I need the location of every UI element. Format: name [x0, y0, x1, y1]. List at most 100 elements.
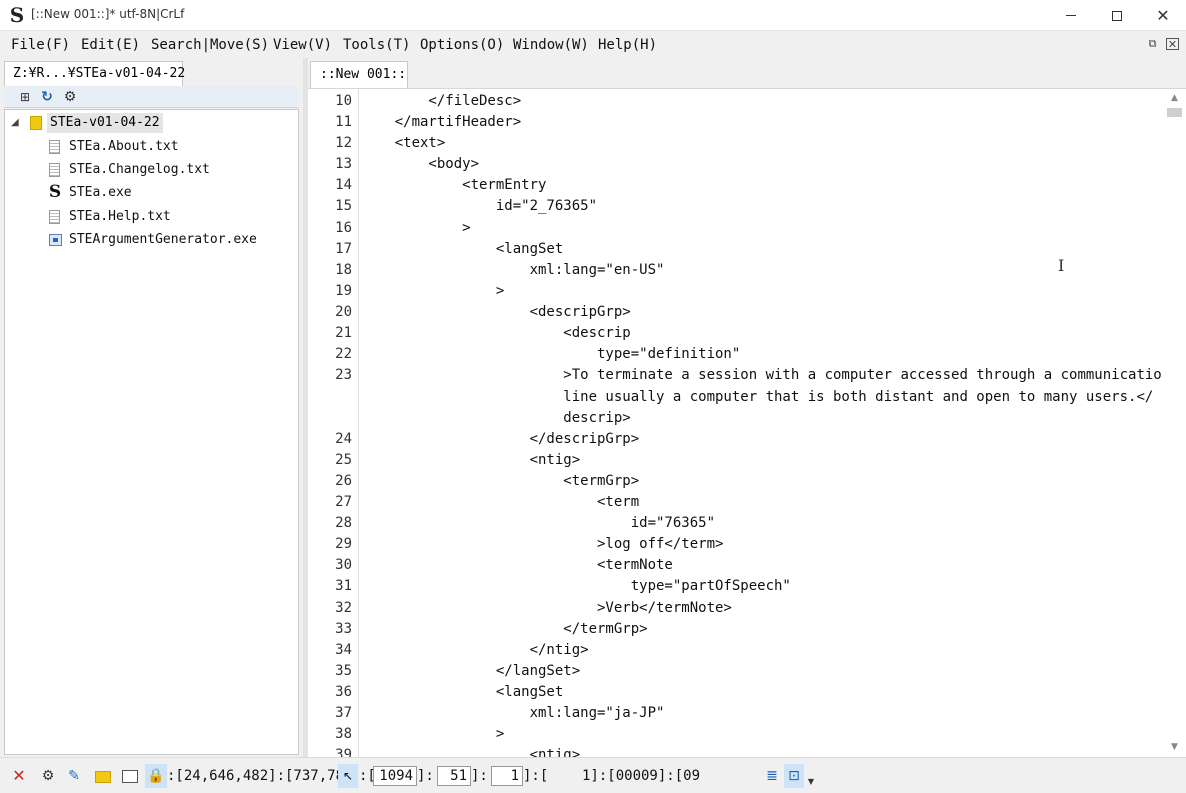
- text-editor[interactable]: 10 11 12 13 14 15 16 17 18 19 20 21 22 2…: [308, 88, 1186, 757]
- open-folder-icon[interactable]: [93, 764, 111, 788]
- tab-folder-path[interactable]: Z:¥R...¥STEa-v01-04-22: [4, 61, 185, 86]
- code-line: xml:lang="en-US": [361, 262, 665, 278]
- close-window-button[interactable]: ✕: [1140, 0, 1186, 31]
- menu-options[interactable]: Options(O): [420, 36, 504, 54]
- code-line: type="definition": [361, 346, 741, 362]
- window-coordinates: :[24,646,482]:[737,781]: [167, 768, 361, 784]
- code-line: >log off</term>: [361, 536, 724, 552]
- settings-icon[interactable]: ⚙: [61, 88, 79, 106]
- code-line: <body>: [361, 156, 480, 172]
- code-line: id="76365": [361, 515, 716, 531]
- code-line: <termNote: [361, 557, 673, 573]
- line-number: 39: [335, 747, 352, 757]
- exe-app-icon: [49, 234, 62, 246]
- line-number: 37: [335, 705, 352, 721]
- line-number: 16: [335, 220, 352, 236]
- line-number: 18: [335, 262, 352, 278]
- folder-icon: [30, 116, 42, 130]
- view-mode-icon[interactable]: ⊡: [784, 764, 804, 788]
- code-line: <term: [361, 494, 640, 510]
- minimize-icon: [1066, 15, 1076, 16]
- scroll-down-icon[interactable]: ▼: [1163, 741, 1186, 753]
- menu-search-move[interactable]: Search|Move(S): [151, 36, 269, 54]
- line-count-field[interactable]: 51: [437, 766, 471, 786]
- line-number: 21: [335, 325, 352, 341]
- tree-file-label: STEa.About.txt: [69, 139, 179, 154]
- file-tree-panel: Z:¥R...¥STEa-v01-04-22 ⊞ ↻ ⚙ ◢ STEa-v01-…: [0, 58, 303, 757]
- column-field[interactable]: 1: [491, 766, 523, 786]
- line-number: 32: [335, 600, 352, 616]
- refresh-icon[interactable]: ↻: [38, 88, 56, 106]
- menu-window[interactable]: Window(W): [513, 36, 589, 54]
- line-number: 24: [335, 431, 352, 447]
- gear-icon[interactable]: ⚙: [38, 764, 58, 788]
- console-icon[interactable]: [120, 764, 138, 788]
- menu-view[interactable]: View(V): [273, 36, 332, 54]
- code-line: </langSet>: [361, 663, 581, 679]
- code-line: <ntig>: [361, 452, 581, 468]
- chevron-down-icon[interactable]: ▼: [806, 776, 816, 788]
- tree-file-label: STEa.Help.txt: [69, 209, 171, 224]
- code-line: </ntig>: [361, 642, 589, 658]
- maximize-icon: [1112, 10, 1122, 21]
- expand-arrow-icon[interactable]: ◢: [11, 117, 19, 128]
- menu-help[interactable]: Help(H): [598, 36, 657, 54]
- text-file-icon: [49, 140, 60, 154]
- wrap-view-icon[interactable]: ≣: [763, 764, 781, 788]
- line-number-gutter: 10 11 12 13 14 15 16 17 18 19 20 21 22 2…: [308, 89, 359, 757]
- line-number: 14: [335, 177, 352, 193]
- code-line: <langSet: [361, 684, 564, 700]
- window-title: [::New 001::]* utf-8N|CrLf: [31, 7, 185, 21]
- code-line: id="2_76365": [361, 198, 598, 214]
- cursor-position-field[interactable]: 1094: [373, 766, 417, 786]
- line-number: 19: [335, 283, 352, 299]
- line-number: 27: [335, 494, 352, 510]
- menu-edit[interactable]: Edit(E): [81, 36, 140, 54]
- code-line: >To terminate a session with a computer …: [361, 367, 1179, 383]
- tab-new-001[interactable]: ::New 001::: [310, 61, 408, 88]
- line-number: 15: [335, 198, 352, 214]
- code-line-wrapped: line usually a computer that is both dis…: [361, 389, 1154, 405]
- code-line: >: [361, 220, 471, 236]
- line-number: 30: [335, 557, 352, 573]
- code-line: type="partOfSpeech": [361, 578, 791, 594]
- tree-view-icon[interactable]: ⊞: [16, 88, 34, 106]
- cursor-icon[interactable]: ↖: [338, 764, 358, 788]
- line-number: 13: [335, 156, 352, 172]
- code-line: </descripGrp>: [361, 431, 640, 447]
- code-line: >: [361, 726, 505, 742]
- scroll-up-icon[interactable]: ▲: [1163, 92, 1186, 104]
- vertical-scrollbar[interactable]: ▲ ▼: [1163, 89, 1186, 757]
- file-tree: ◢ STEa-v01-04-22 STEa.About.txt STEa.Cha…: [4, 109, 299, 755]
- line-number: 38: [335, 726, 352, 742]
- status-info: ]:[ 1]:[00009]:[09 ]: [523, 768, 793, 784]
- line-number: 20: [335, 304, 352, 320]
- code-line: <langSet: [361, 241, 564, 257]
- code-line-wrapped: descrip>: [361, 410, 631, 426]
- code-line: </termGrp>: [361, 621, 648, 637]
- scroll-thumb[interactable]: [1167, 108, 1182, 117]
- line-number: 11: [335, 114, 352, 130]
- menu-tools[interactable]: Tools(T): [343, 36, 410, 54]
- tree-file-label: STEa.exe: [69, 185, 132, 200]
- minimize-button[interactable]: [1048, 0, 1094, 31]
- code-line: xml:lang="ja-JP": [361, 705, 665, 721]
- text-file-icon: [49, 210, 60, 224]
- line-number: 29: [335, 536, 352, 552]
- close-icon: ✕: [1156, 5, 1170, 25]
- edit-icon[interactable]: ✎: [64, 764, 84, 788]
- restore-document-icon[interactable]: ⧉: [1146, 38, 1159, 50]
- code-line: >: [361, 283, 505, 299]
- close-icon[interactable]: ✕: [9, 764, 29, 788]
- line-number: 33: [335, 621, 352, 637]
- tree-file-label: STEa.Changelog.txt: [69, 162, 210, 177]
- code-line: <ntig>: [361, 747, 581, 757]
- code-line: </martifHeader>: [361, 114, 522, 130]
- menu-file[interactable]: File(F): [11, 36, 70, 54]
- line-number: 35: [335, 663, 352, 679]
- code-line: <descripGrp>: [361, 304, 631, 320]
- editor-tab-bar: ::New 001::: [308, 58, 1186, 88]
- document-lock-icon[interactable]: 🔒: [145, 764, 167, 788]
- close-document-icon[interactable]: ✕: [1166, 38, 1179, 51]
- maximize-button[interactable]: [1094, 0, 1140, 31]
